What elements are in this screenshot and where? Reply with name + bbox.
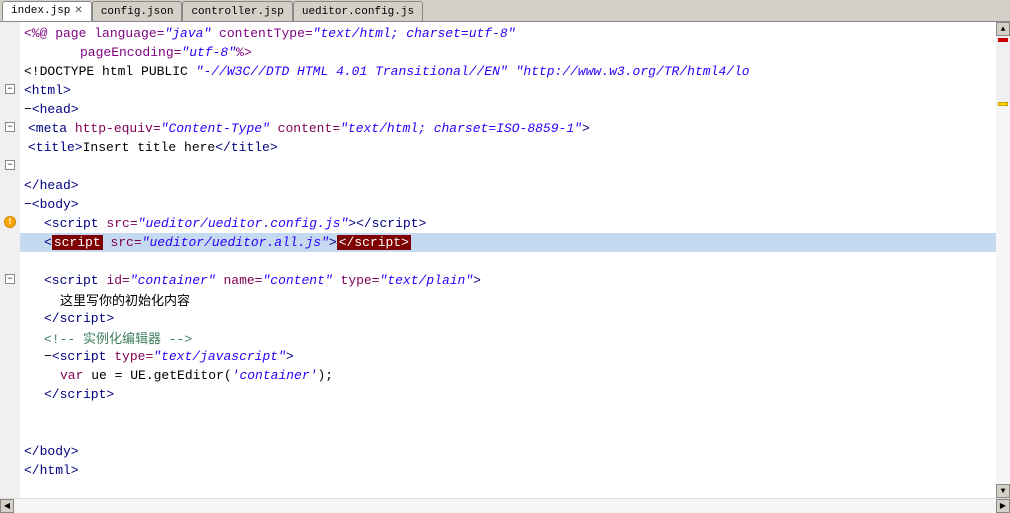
code-line-21 xyxy=(20,404,996,423)
fold-icon[interactable]: − xyxy=(5,160,15,170)
scroll-track-right[interactable] xyxy=(996,106,1010,484)
code-text: −<head> xyxy=(24,102,79,117)
code-text: </script> xyxy=(44,311,114,326)
tab-config-json[interactable]: config.json xyxy=(92,1,183,21)
code-line-17: <!-- 实例化编辑器 --> xyxy=(20,328,996,347)
code-text: "java" xyxy=(164,26,211,41)
fold-marker-head[interactable]: − xyxy=(0,117,20,136)
code-text: − xyxy=(44,349,52,364)
code-line-18: −<script type="text/javascript"> xyxy=(20,347,996,366)
error-annotation xyxy=(998,38,1008,42)
code-line-24: </html> xyxy=(20,461,996,480)
left-gutter: ! − − − − xyxy=(0,22,20,498)
fold-icon[interactable]: − xyxy=(5,84,15,94)
code-line-14: <script id="container" name="content" ty… xyxy=(20,271,996,290)
code-text: </body> xyxy=(24,444,79,459)
code-line-9: </head> xyxy=(20,176,996,195)
code-line-12-highlighted: <script src="ueditor/ueditor.all.js"></s… xyxy=(20,233,996,252)
code-line-5: −<head> xyxy=(20,100,996,119)
code-text: <!DOCTYPE html PUBLIC xyxy=(24,64,196,79)
code-text: </head> xyxy=(24,178,79,193)
code-line-11: <script src="ueditor/ueditor.config.js">… xyxy=(20,214,996,233)
fold-marker-script[interactable]: − xyxy=(0,269,20,288)
code-editor[interactable]: <%@ page language="java" contentType="te… xyxy=(20,22,996,498)
code-text xyxy=(24,254,32,269)
editor-area: ! − − − − <%@ page language="java" conte… xyxy=(0,22,1010,498)
code-line-7: <title>Insert title here</title> xyxy=(20,138,996,157)
code-line-3: <!DOCTYPE html PUBLIC "-//W3C//DTD HTML … xyxy=(20,62,996,81)
code-line-22 xyxy=(20,423,996,442)
code-text: "text/html; charset=utf-8" xyxy=(313,26,516,41)
tab-label: ueditor.config.js xyxy=(302,6,414,18)
horizontal-scroll-track[interactable] xyxy=(14,499,996,513)
code-text: <%@ page language= xyxy=(24,26,164,41)
code-text: −<body> xyxy=(24,197,79,212)
code-text: </script> xyxy=(337,235,411,250)
warning-icon: ! xyxy=(4,216,16,228)
tab-label: controller.jsp xyxy=(191,6,283,18)
code-text: script xyxy=(52,235,103,250)
tab-label: config.json xyxy=(101,6,174,18)
fold-marker-body[interactable]: − xyxy=(0,155,20,174)
fold-icon[interactable]: − xyxy=(5,274,15,284)
code-line-10: −<body> xyxy=(20,195,996,214)
code-line-8 xyxy=(20,157,996,176)
code-line-6: <meta http-equiv="Content-Type" content=… xyxy=(20,119,996,138)
tab-ueditor-config-js[interactable]: ueditor.config.js xyxy=(293,1,423,21)
code-text: contentType= xyxy=(211,26,312,41)
code-line-15: 这里写你的初始化内容 xyxy=(20,290,996,309)
code-line-23: </body> xyxy=(20,442,996,461)
tab-label: index.jsp xyxy=(11,5,70,17)
code-text: <script xyxy=(44,216,106,231)
annotation-bar: ▲ ▼ xyxy=(996,22,1010,498)
code-line-2: pageEncoding="utf-8"%> xyxy=(20,43,996,62)
code-text xyxy=(24,159,32,174)
code-line-13 xyxy=(20,252,996,271)
scroll-left-button[interactable]: ◀ xyxy=(0,499,14,513)
code-text: <!-- 实例化编辑器 --> xyxy=(44,328,192,347)
bottom-bar: ◀ ▶ xyxy=(0,498,1010,512)
fold-marker-html[interactable]: − xyxy=(0,79,20,98)
code-text: <html> xyxy=(24,83,71,98)
code-text: </html> xyxy=(24,463,79,478)
code-text: <script xyxy=(44,273,106,288)
tab-controller-jsp[interactable]: controller.jsp xyxy=(182,1,292,21)
code-text xyxy=(24,425,32,440)
code-text: 这里写你的初始化内容 xyxy=(60,290,190,309)
code-text: <meta xyxy=(28,121,75,136)
code-lines: <%@ page language="java" contentType="te… xyxy=(20,22,996,482)
code-text: var xyxy=(60,368,83,383)
tab-bar: index.jsp ✕ config.json controller.jsp u… xyxy=(0,0,1010,22)
scroll-right-button[interactable]: ▶ xyxy=(996,499,1010,513)
code-line-1: <%@ page language="java" contentType="te… xyxy=(20,24,996,43)
code-text: </script> xyxy=(44,387,114,402)
code-text: pageEncoding="utf-8"%> xyxy=(24,45,252,60)
code-line-16: </script> xyxy=(20,309,996,328)
fold-icon[interactable]: − xyxy=(5,122,15,132)
tab-index-jsp[interactable]: index.jsp ✕ xyxy=(2,1,92,21)
code-line-4: <html> xyxy=(20,81,996,100)
warning-marker-line11: ! xyxy=(0,212,20,231)
tab-close-icon[interactable]: ✕ xyxy=(74,5,82,17)
scroll-up-button[interactable]: ▲ xyxy=(996,22,1010,36)
scroll-down-button[interactable]: ▼ xyxy=(996,484,1010,498)
code-line-20: </script> xyxy=(20,385,996,404)
code-text: < xyxy=(44,235,52,250)
code-text xyxy=(24,406,32,421)
code-line-19: var ue = UE.getEditor('container'); xyxy=(20,366,996,385)
code-text: <title> xyxy=(28,140,83,155)
